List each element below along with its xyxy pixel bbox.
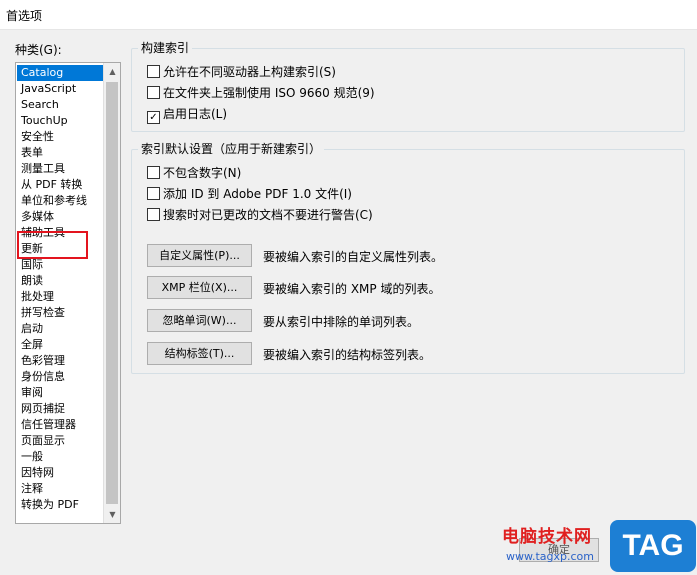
category-item[interactable]: 从 PDF 转换 (17, 177, 105, 193)
highlight-annotation-box (17, 231, 88, 259)
checkbox[interactable] (147, 166, 160, 179)
index-defaults-group: 索引默认设置（应用于新建索引） 不包含数字(N) 添加 ID 到 Adobe P… (131, 142, 685, 374)
build-index-group: 构建索引 允许在不同驱动器上构建索引(S) 在文件夹上强制使用 ISO 9660… (131, 41, 685, 132)
watermark-logo: TAG (610, 520, 696, 572)
ignore-words-button[interactable]: 忽略单词(W)... (147, 309, 252, 332)
category-list[interactable]: Catalog JavaScript Search TouchUp 安全性 表单 测量工具从… (15, 62, 121, 524)
option-enable-log[interactable]: ✓ 启用日志(L) (147, 107, 227, 124)
category-item[interactable]: 信任管理器 (17, 417, 105, 433)
scroll-thumb[interactable] (106, 82, 118, 504)
checkbox[interactable] (147, 65, 160, 78)
category-label: 种类(G): (15, 43, 62, 57)
option-no-warning[interactable]: 搜索时对已更改的文档不要进行警告(C) (147, 208, 373, 224)
category-item[interactable]: 注释 (17, 481, 105, 497)
category-scrollbar[interactable]: ▲ ▼ (103, 63, 120, 523)
chevron-down-icon[interactable]: ▼ (104, 506, 120, 523)
category-item[interactable]: TouchUp (17, 113, 105, 129)
category-item[interactable]: 身份信息 (17, 369, 105, 385)
structure-tags-desc: 要被编入索引的结构标签列表。 (263, 348, 432, 362)
index-defaults-title: 索引默认设置（应用于新建索引） (138, 142, 325, 156)
checkbox[interactable] (147, 208, 160, 221)
category-item[interactable]: Search (17, 97, 105, 113)
category-item[interactable]: 启动 (17, 321, 105, 337)
chevron-up-icon[interactable]: ▲ (104, 63, 120, 80)
xmp-fields-desc: 要被编入索引的 XMP 域的列表。 (263, 282, 441, 296)
category-item[interactable]: 国际 (17, 257, 105, 273)
category-item[interactable]: 审阅 (17, 385, 105, 401)
category-item[interactable]: 一般 (17, 449, 105, 465)
window-title: 首选项 (6, 9, 43, 23)
watermark: 电脑技术网 www.tagxp.com TAG (502, 520, 697, 575)
checkbox-checked[interactable]: ✓ (147, 111, 160, 124)
watermark-site-url: www.tagxp.com (506, 550, 594, 563)
category-item[interactable]: 网页捕捉 (17, 401, 105, 417)
option-allow-different-drives[interactable]: 允许在不同驱动器上构建索引(S) (147, 65, 336, 81)
structure-tags-button[interactable]: 结构标签(T)... (147, 342, 252, 365)
ignore-words-desc: 要从索引中排除的单词列表。 (263, 315, 420, 329)
category-items: Catalog JavaScript Search TouchUp 安全性 表单 测量工具从… (17, 65, 105, 513)
category-item[interactable]: 朗读 (17, 273, 105, 289)
category-item[interactable]: 多媒体 (17, 209, 105, 225)
xmp-fields-button[interactable]: XMP 栏位(X)... (147, 276, 252, 299)
checkbox[interactable] (147, 187, 160, 200)
category-item[interactable]: 色彩管理 (17, 353, 105, 369)
category-item[interactable]: Catalog (17, 65, 105, 81)
option-exclude-numbers[interactable]: 不包含数字(N) (147, 166, 241, 182)
category-item[interactable]: 转换为 PDF (17, 497, 105, 513)
category-item[interactable]: JavaScript (17, 81, 105, 97)
checkbox[interactable] (147, 86, 160, 99)
category-item[interactable]: 表单 (17, 145, 105, 161)
structure-tags-row: 结构标签(T)... 要被编入索引的结构标签列表。 (147, 342, 431, 366)
category-item[interactable]: 拼写检查 (17, 305, 105, 321)
category-item[interactable]: 因特网 (17, 465, 105, 481)
category-item[interactable]: 批处理 (17, 289, 105, 305)
custom-properties-row: 自定义属性(P)... 要被编入索引的自定义属性列表。 (147, 244, 443, 268)
custom-properties-desc: 要被编入索引的自定义属性列表。 (263, 250, 444, 264)
category-item[interactable]: 页面显示 (17, 433, 105, 449)
title-bar: 首选项 (0, 0, 697, 30)
watermark-site-name: 电脑技术网 (502, 527, 592, 547)
option-add-id[interactable]: 添加 ID 到 Adobe PDF 1.0 文件(I) (147, 187, 352, 203)
category-item[interactable]: 全屏 (17, 337, 105, 353)
checkmark-icon: ✓ (149, 112, 158, 123)
xmp-fields-row: XMP 栏位(X)... 要被编入索引的 XMP 域的列表。 (147, 276, 440, 300)
category-item[interactable]: 安全性 (17, 129, 105, 145)
build-index-title: 构建索引 (138, 41, 193, 55)
category-item[interactable]: 单位和参考线 (17, 193, 105, 209)
category-item[interactable]: 测量工具 (17, 161, 105, 177)
option-force-iso9660[interactable]: 在文件夹上强制使用 ISO 9660 规范(9) (147, 86, 375, 102)
ignore-words-row: 忽略单词(W)... 要从索引中排除的单词列表。 (147, 309, 419, 333)
custom-properties-button[interactable]: 自定义属性(P)... (147, 244, 252, 267)
